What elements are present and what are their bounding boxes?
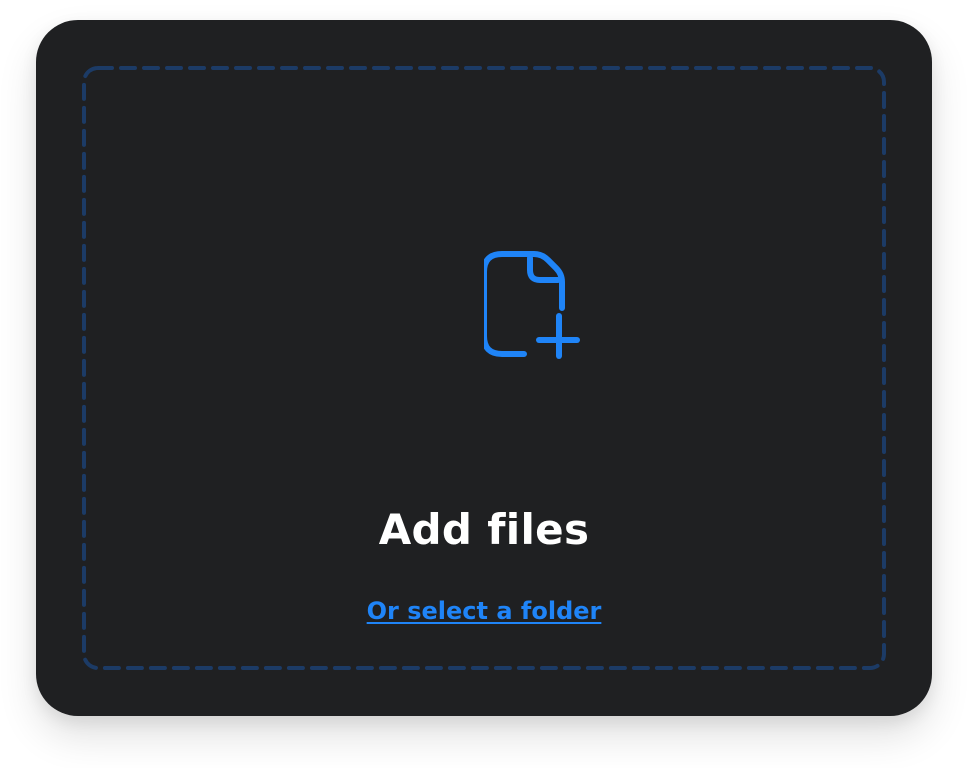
add-files-title: Add files [378, 505, 590, 554]
upload-card: Add files Or select a folder [36, 20, 932, 716]
file-dropzone[interactable]: Add files Or select a folder [82, 66, 886, 670]
file-plus-icon [484, 251, 580, 359]
select-folder-link-wrapper: Or select a folder [82, 596, 886, 629]
select-folder-link[interactable]: Or select a folder [367, 597, 602, 625]
dropzone-dashed-border [82, 66, 886, 670]
